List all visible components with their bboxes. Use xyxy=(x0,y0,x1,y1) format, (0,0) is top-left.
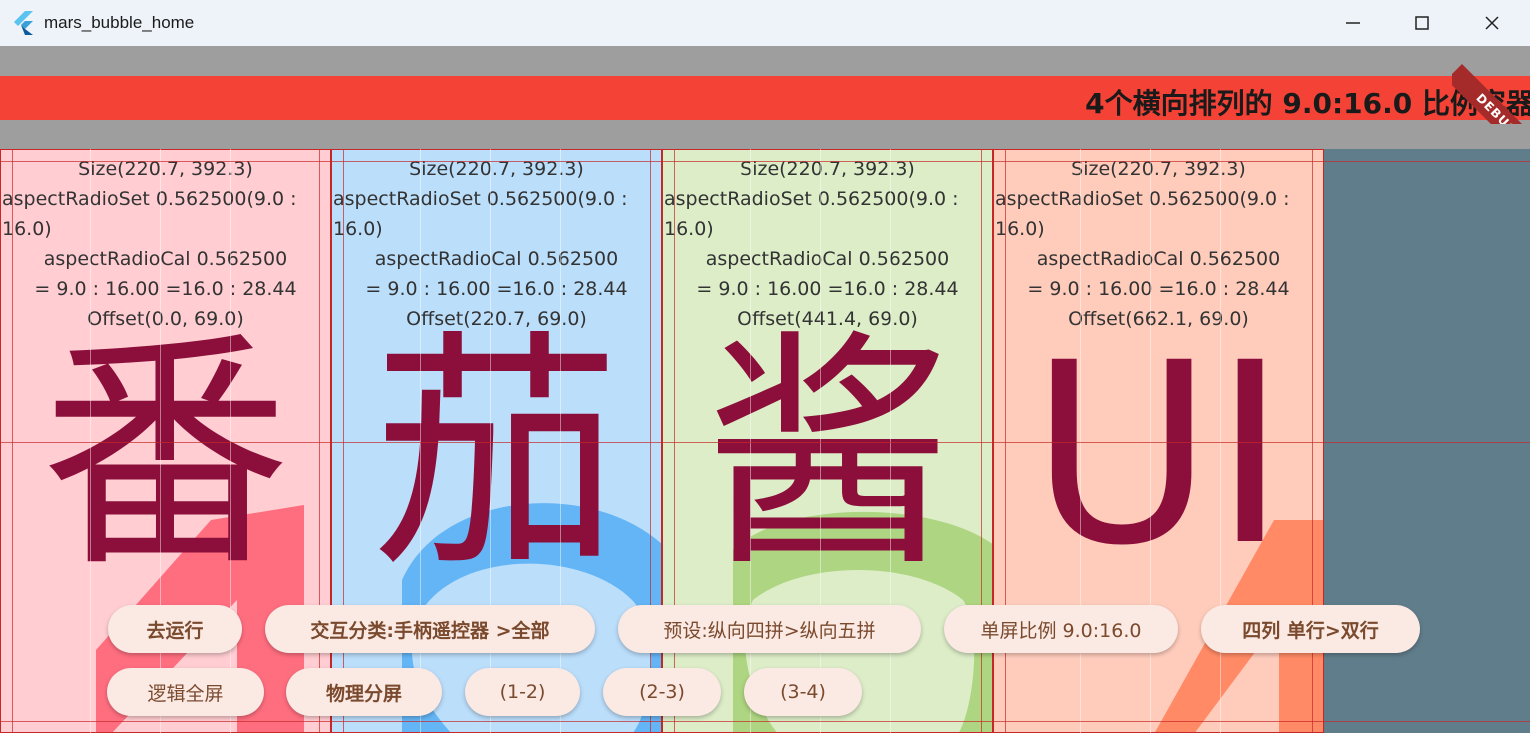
panel-glyph: UI xyxy=(1030,309,1287,600)
window-title-bar[interactable]: mars_bubble_home xyxy=(0,0,1530,46)
guide-line xyxy=(0,442,1530,443)
flutter-logo-icon xyxy=(14,11,33,35)
app-content: 4个横向排列的 9.0:16.0 比例容器 Size(220.7, 392.3)… xyxy=(0,46,1530,733)
minimize-button[interactable] xyxy=(1318,0,1388,46)
panel-glyph: 番 xyxy=(40,309,291,600)
debug-ribbon: DEBUG xyxy=(1452,46,1530,124)
close-button[interactable] xyxy=(1457,0,1527,46)
logical-fullscreen-button[interactable]: 逻辑全屏 xyxy=(107,668,264,716)
split-3-4-button[interactable]: (3-4) xyxy=(744,668,862,716)
maximize-button[interactable] xyxy=(1387,0,1457,46)
split-1-2-button[interactable]: (1-2) xyxy=(465,668,580,716)
panel-glyph: 酱 xyxy=(702,309,953,600)
split-2-3-button[interactable]: (2-3) xyxy=(603,668,721,716)
guide-line xyxy=(0,721,1530,722)
maximize-icon xyxy=(1415,16,1429,30)
title-banner: 4个横向排列的 9.0:16.0 比例容器 xyxy=(0,76,1530,120)
single-screen-ratio-button[interactable]: 单屏比例 9.0:16.0 xyxy=(944,605,1178,653)
interaction-category-button[interactable]: 交互分类:手柄遥控器 >全部 xyxy=(265,605,595,653)
guide-line xyxy=(12,149,13,733)
preset-button[interactable]: 预设:纵向四拼>纵向五拼 xyxy=(618,605,921,653)
panel-glyph: 茄 xyxy=(371,309,622,600)
debug-label: DEBUG xyxy=(1452,64,1530,124)
columns-rows-button[interactable]: 四列 单行>双行 xyxy=(1201,605,1420,653)
minimize-icon xyxy=(1346,22,1360,24)
close-icon xyxy=(1485,16,1499,30)
window-title: mars_bubble_home xyxy=(44,13,195,32)
run-button[interactable]: 去运行 xyxy=(108,605,242,653)
grid-line xyxy=(90,149,91,733)
guide-line xyxy=(0,161,1530,162)
physical-split-button[interactable]: 物理分屏 xyxy=(286,668,442,716)
